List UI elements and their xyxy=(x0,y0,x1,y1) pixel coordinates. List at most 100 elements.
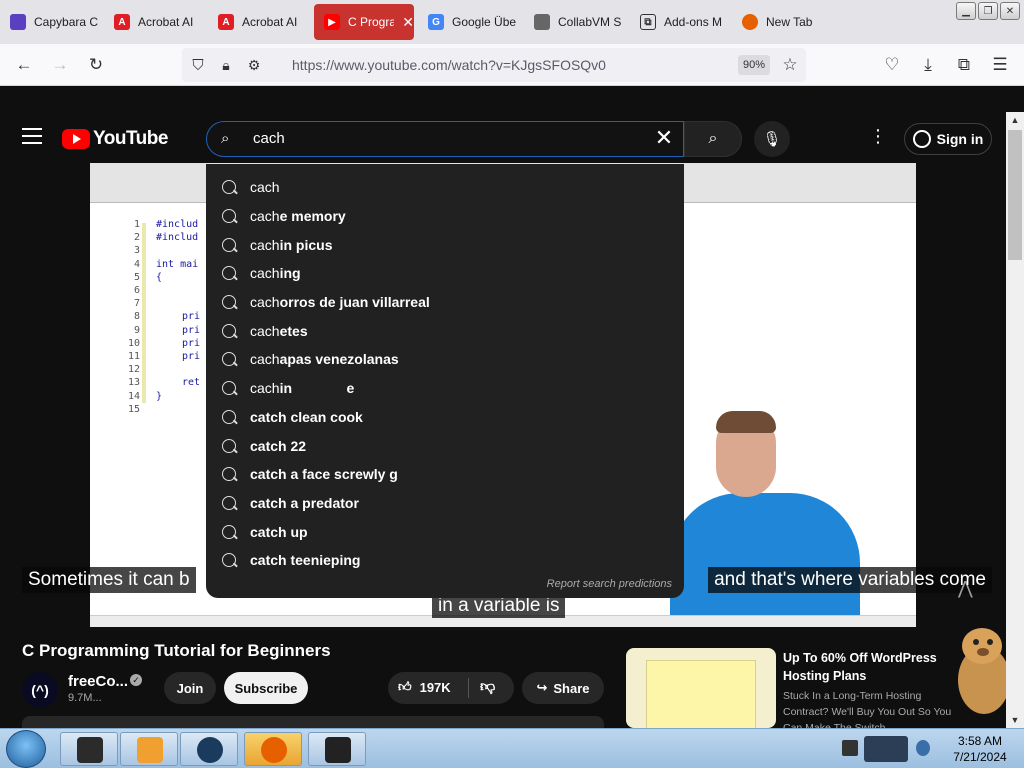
youtube-logo[interactable]: YouTube xyxy=(62,128,168,150)
url-text[interactable]: https://www.youtube.com/watch?v=KJgsSFOS… xyxy=(292,57,606,73)
tab-capybara[interactable]: Capybara C xyxy=(0,4,100,40)
tab-youtube-active[interactable]: ▶ C Progra ✕ xyxy=(314,4,414,40)
share-button[interactable]: ↪ Share xyxy=(522,672,604,704)
code-line-number: 7 xyxy=(133,298,140,310)
search-suggestion-item[interactable]: caching xyxy=(206,259,684,288)
url-bar[interactable]: ⛉ 🔒︎ ⚙ https://www.youtube.com/watch?v=K… xyxy=(182,48,806,82)
back-arrow-icon[interactable]: ← xyxy=(12,53,36,77)
search-button[interactable]: ⌕ xyxy=(684,121,742,157)
tab-title: Capybara C xyxy=(34,15,99,29)
suggestion-text: cachin picus xyxy=(250,237,332,253)
search-suggestion-item[interactable]: cachin picus xyxy=(206,230,684,259)
scroll-down-arrow-icon[interactable]: ▼ xyxy=(1006,712,1024,728)
clock-date[interactable]: 7/21/2024 xyxy=(940,750,1020,764)
description-box[interactable] xyxy=(22,716,604,728)
ad-title[interactable]: Up To 60% Off WordPress Hosting Plans xyxy=(783,649,943,685)
pocket-icon[interactable]: ♡ xyxy=(880,53,904,77)
suggestion-completion: in e xyxy=(279,380,355,397)
code-line-text: pri xyxy=(182,311,201,323)
search-suggestion-item[interactable]: catch up xyxy=(206,517,684,546)
subscribe-button[interactable]: Subscribe xyxy=(224,672,308,704)
join-button[interactable]: Join xyxy=(164,672,216,704)
tab-addons[interactable]: ⧉ Add-ons M xyxy=(630,4,730,40)
bookmark-star-icon[interactable]: ☆ xyxy=(778,53,802,77)
minimize-icon[interactable]: ▁ xyxy=(956,2,976,20)
close-window-icon[interactable]: ✕ xyxy=(1000,2,1020,20)
suggestion-typed-part: cach xyxy=(250,380,280,397)
thumbs-down-icon[interactable]: 👎︎ xyxy=(480,678,495,696)
code-line-text: #includ xyxy=(156,219,199,230)
search-suggestion-item[interactable]: catch clean cook xyxy=(206,403,684,432)
search-suggestion-item[interactable]: catch teenieping xyxy=(206,546,684,575)
tab-acrobat-2[interactable]: A Acrobat AI xyxy=(208,4,308,40)
collabvm-favicon-icon xyxy=(534,14,550,30)
tab-new-tab[interactable]: New Tab xyxy=(732,4,832,40)
shield-icon[interactable]: ⛉ xyxy=(186,53,210,77)
search-suggestion-item[interactable]: catch a predator xyxy=(206,489,684,518)
caption-right: and that's where variables come xyxy=(708,567,992,593)
code-line-text: pri xyxy=(182,337,201,349)
ad-thumbnail[interactable] xyxy=(626,648,776,728)
suggestion-typed-part: cach xyxy=(250,179,280,196)
download-icon[interactable]: ⤓ xyxy=(916,53,940,77)
reload-icon[interactable]: ↻ xyxy=(84,53,108,77)
scroll-thumb[interactable] xyxy=(1008,130,1022,260)
clock-time[interactable]: 3:58 AM xyxy=(940,734,1020,748)
search-suggestion-item[interactable]: cachin e xyxy=(206,374,684,403)
permissions-icon[interactable]: ⚙ xyxy=(242,53,266,77)
search-suggestion-item[interactable]: cachetes xyxy=(206,316,684,345)
extensions-icon[interactable]: ⧉ xyxy=(952,53,976,77)
search-suggestion-item[interactable]: catch a face screwly g xyxy=(206,460,684,489)
forward-arrow-icon[interactable]: → xyxy=(48,53,72,77)
like-dislike-bar: 👍︎ 197K 👎︎ xyxy=(388,672,514,704)
like-button[interactable]: 👍︎ 197K xyxy=(398,679,451,695)
search-suggestion-item[interactable]: cache memory xyxy=(206,202,684,231)
hamburger-menu-icon[interactable]: ☰ xyxy=(988,53,1012,77)
scroll-up-arrow-icon[interactable]: ▲ xyxy=(1006,112,1024,128)
search-suggestion-item[interactable]: cachorros de juan villarreal xyxy=(206,288,684,317)
taskbar-app-network[interactable] xyxy=(180,732,238,766)
restore-icon[interactable]: ❐ xyxy=(978,2,998,20)
search-suggestion-item[interactable]: cach xyxy=(206,173,684,202)
search-box[interactable]: ⌕ ✕ xyxy=(206,121,684,157)
lock-icon[interactable]: 🔒︎ xyxy=(214,53,238,77)
taskbar-app-firefox[interactable] xyxy=(244,732,302,766)
network-icon[interactable] xyxy=(864,736,908,762)
show-hidden-icons-icon[interactable] xyxy=(842,740,858,756)
zoom-level-badge[interactable]: 90% xyxy=(738,55,770,75)
tab-collabvm[interactable]: CollabVM S xyxy=(524,4,628,40)
search-input[interactable] xyxy=(253,130,633,147)
youtube-play-icon xyxy=(62,129,90,149)
channel-avatar[interactable]: (^) xyxy=(22,672,58,708)
divider xyxy=(468,678,469,698)
clear-search-icon[interactable]: ✕ xyxy=(651,126,677,152)
code-line-number: 6 xyxy=(133,285,140,296)
code-line-number: 12 xyxy=(127,364,140,376)
more-options-icon[interactable]: ⋮ xyxy=(866,126,890,150)
verified-check-icon: ✓ xyxy=(130,674,142,686)
sign-in-button[interactable]: Sign in xyxy=(904,123,992,155)
suggestion-completion: etes xyxy=(279,322,308,339)
page-top-gap xyxy=(0,86,1024,112)
report-predictions-link[interactable]: Report search predictions xyxy=(547,578,672,590)
volume-icon[interactable] xyxy=(916,740,930,756)
search-suggestions-dropdown: cach cache memory cachin picus caching cacho… xyxy=(206,164,684,598)
code-line-text: pri xyxy=(182,324,201,336)
guide-menu-icon[interactable] xyxy=(22,128,42,144)
channel-name[interactable]: freeCo... xyxy=(68,673,128,690)
search-suggestion-item[interactable]: catch 22 xyxy=(206,431,684,460)
taskbar-app-media[interactable] xyxy=(120,732,178,766)
capybara-favicon-icon xyxy=(10,14,26,30)
suggestion-completion: catch a face screwly g xyxy=(250,466,398,483)
code-line-number: 5 xyxy=(133,271,140,283)
taskbar-app-explorer[interactable] xyxy=(60,732,118,766)
youtube-header: YouTube ⌕ ✕ ⌕ 🎙︎ ⋮ Sign in xyxy=(0,112,1006,164)
voice-search-button[interactable]: 🎙︎ xyxy=(754,121,790,157)
taskbar-app-terminal[interactable] xyxy=(308,732,366,766)
tab-google-translate[interactable]: G Google Übe xyxy=(418,4,522,40)
search-suggestion-item[interactable]: cachapas venezolanas xyxy=(206,345,684,374)
tab-acrobat-1[interactable]: A Acrobat AI xyxy=(104,4,204,40)
suggestion-typed-part: cach xyxy=(250,236,280,253)
close-tab-icon[interactable]: ✕ xyxy=(402,14,414,31)
start-button[interactable] xyxy=(6,730,46,768)
